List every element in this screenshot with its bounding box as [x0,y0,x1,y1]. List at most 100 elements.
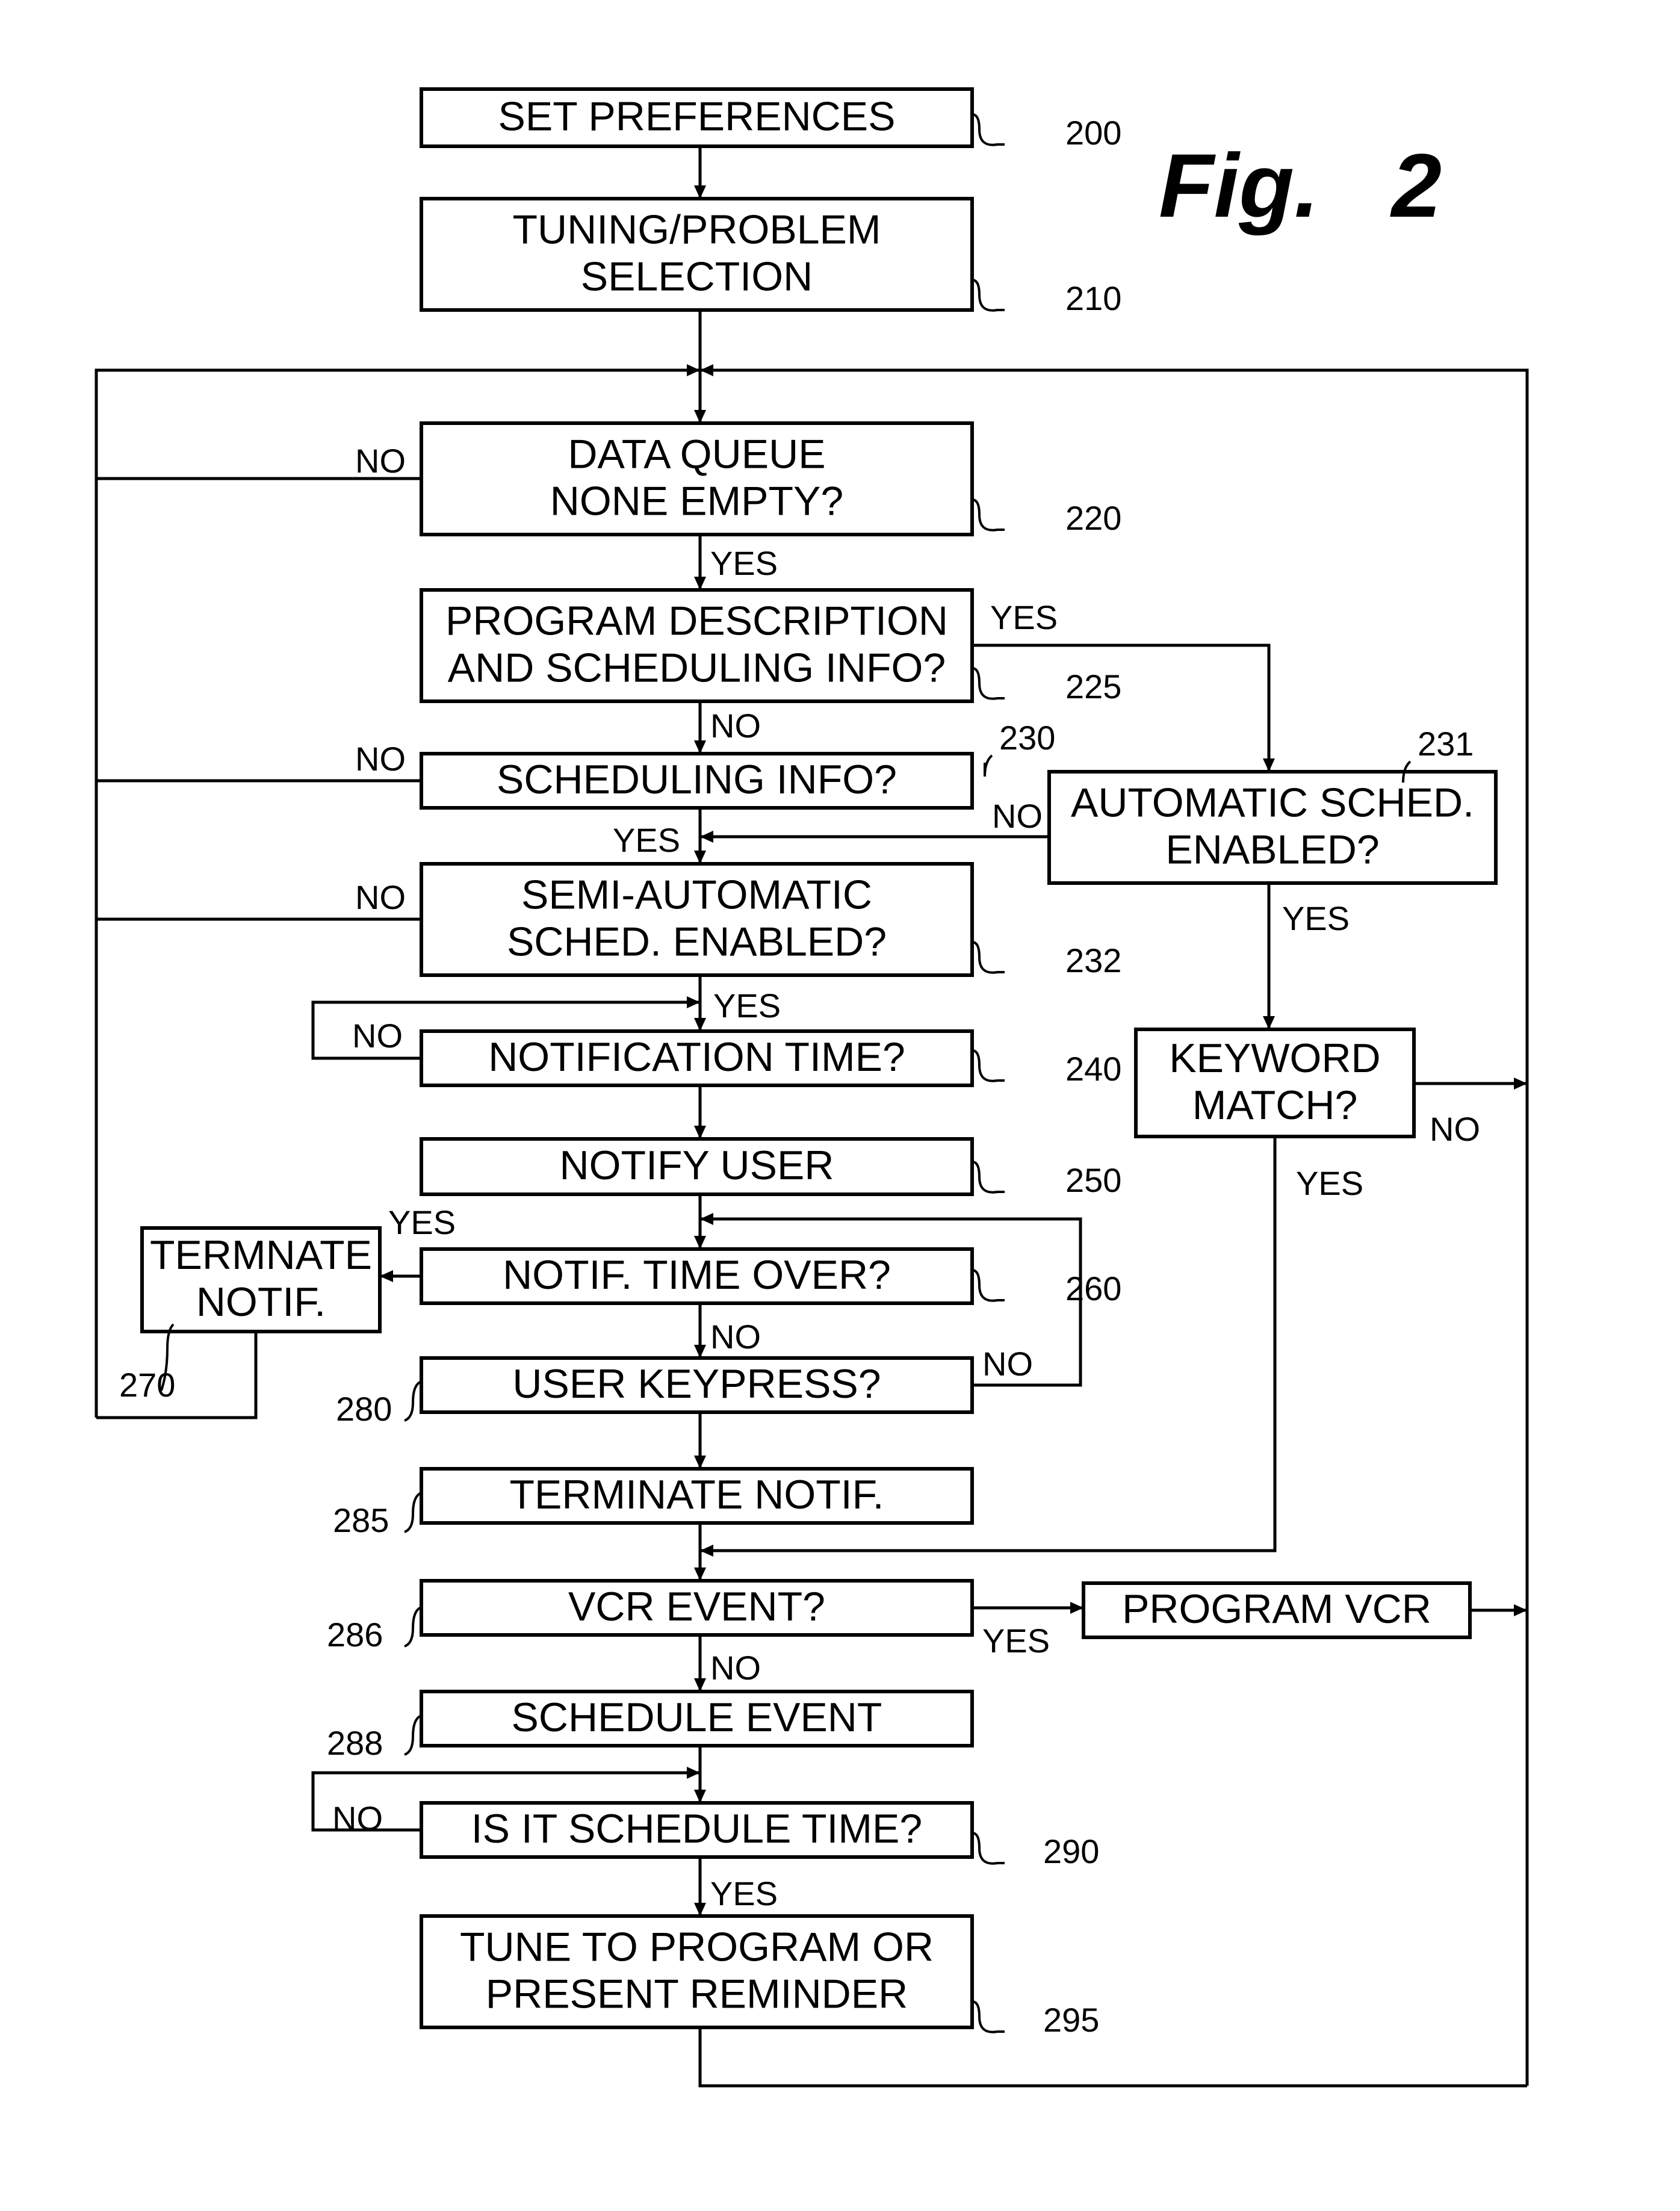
arrowhead-icon [694,851,706,864]
reference-numeral: 240 [1065,1050,1121,1088]
leader-line [984,754,993,777]
leader-line [972,1269,1005,1302]
leader-line [972,1161,1005,1194]
branch-label-225-yes: YES [990,598,1058,636]
arrowhead-icon [694,740,706,754]
reference-numeral: 286 [327,1616,383,1654]
process-box-240: NOTIFICATION TIME? [420,1029,974,1087]
arrowhead-icon [700,831,713,843]
reference-numeral: 280 [336,1390,392,1428]
process-box-220: DATA QUEUENONE EMPTY? [420,421,974,536]
arrowhead-icon [1263,1016,1275,1029]
arrowhead-icon [694,1018,706,1031]
box-label: AUTOMATIC SCHED. [1071,780,1474,825]
box-label: NOTIF. TIME OVER? [503,1252,891,1298]
reference-numeral: 200 [1065,114,1121,152]
process-box-keyword: KEYWORDMATCH? [1134,1028,1416,1138]
arrowhead-icon [687,364,700,376]
arrowhead-icon [700,1213,713,1225]
process-box-288: SCHEDULE EVENT [420,1690,974,1747]
leader-line [972,279,1005,312]
box-label: NOTIFICATION TIME? [488,1034,905,1080]
figure-title-word: Fig. [1159,135,1319,236]
box-label: VCR EVENT? [568,1584,825,1630]
box-label: MATCH? [1192,1082,1358,1128]
branch-label-260-yes: YES [388,1203,456,1241]
reference-numeral: 231 [1418,725,1474,763]
arrowhead-icon [700,1545,713,1557]
reference-numeral: 232 [1065,941,1121,979]
branch-label-231-yes: YES [1282,899,1350,937]
arrowhead-icon [694,1345,706,1358]
process-box-vcr: PROGRAM VCR [1082,1581,1472,1639]
arrowhead-icon [694,1903,706,1916]
branch-label-280-no: NO [982,1345,1033,1383]
box-label: TUNE TO PROGRAM OR [460,1924,934,1970]
branch-label-225-no: NO [710,707,761,745]
box-label: SEMI-AUTOMATIC [521,872,872,917]
process-box-200: SET PREFERENCES [420,87,974,148]
process-box-225: PROGRAM DESCRIPTIONAND SCHEDULING INFO? [420,588,974,703]
branch-label-286-no: NO [710,1649,761,1687]
process-box-231: AUTOMATIC SCHED.ENABLED? [1047,770,1498,885]
process-box-210: TUNING/PROBLEMSELECTION [420,197,974,312]
arrowhead-icon [694,1568,706,1581]
reference-numeral: 290 [1043,1832,1099,1870]
arrowhead-icon [700,364,713,376]
reference-numeral: 270 [119,1366,175,1404]
box-label: NOTIFY USER [560,1143,834,1188]
arrowhead-icon [694,1126,706,1139]
leader-line [972,498,1005,532]
box-label: SELECTION [581,253,813,299]
process-box-232: SEMI-AUTOMATICSCHED. ENABLED? [420,862,974,977]
process-box-295: TUNE TO PROGRAM ORPRESENT REMINDER [420,1914,974,2029]
arrowhead-icon [1514,1078,1527,1090]
reference-numeral: 250 [1065,1161,1121,1199]
box-label: SCHED. ENABLED? [507,919,887,964]
reference-numeral: 288 [327,1724,383,1762]
box-label: DATA QUEUE [568,431,825,477]
leader-line [972,2000,1005,2033]
arrowhead-icon [694,1456,706,1469]
box-label: AND SCHEDULING INFO? [448,645,946,690]
arrowhead-icon [1070,1602,1083,1614]
branch-label-keyword-yes: YES [1296,1164,1363,1202]
box-label: IS IT SCHEDULE TIME? [471,1806,922,1852]
box-label: PRESENT REMINDER [486,1971,908,2017]
box-label: SCHEDULE EVENT [512,1695,882,1740]
reference-numeral: 210 [1065,279,1121,317]
arrowhead-icon [694,1790,706,1803]
arrowhead-icon [687,1767,700,1779]
process-box-280: USER KEYPRESS? [420,1356,974,1414]
process-box-250: NOTIFY USER [420,1137,974,1196]
box-label: PROGRAM DESCRIPTION [445,598,948,643]
reference-numeral: 260 [1065,1270,1121,1307]
arrowhead-icon [687,996,700,1008]
arrowhead-icon [694,577,706,590]
figure-number: 2 [1390,135,1442,236]
box-label: TERMINATE NOTIF. [509,1472,884,1518]
box-label: SCHEDULING INFO? [497,757,897,802]
arrowhead-icon [694,410,706,423]
process-box-285: TERMINATE NOTIF. [420,1467,974,1525]
reference-numeral: 285 [333,1501,389,1539]
leader-line [972,667,1005,700]
leader-line [404,1380,422,1422]
box-label: ENABLED? [1165,826,1379,872]
branch-label-220-no: NO [355,442,406,480]
branch-label-220-yes: YES [710,544,778,582]
box-label: NONE EMPTY? [550,478,843,524]
arrowhead-icon [1263,758,1275,772]
box-label: NOTIF. [196,1279,326,1325]
arrowhead-icon [694,185,706,199]
box-label: KEYWORD [1169,1035,1380,1081]
box-label: TERMNATE [150,1232,372,1278]
branch-label-290-yes: YES [710,1875,778,1912]
arrowhead-icon [694,1678,706,1692]
reference-numeral: 295 [1043,2001,1099,2039]
branch-label-232-yes: YES [713,987,781,1025]
branch-label-240-no: NO [352,1017,403,1055]
process-box-230: SCHEDULING INFO? [420,752,974,810]
arrowhead-icon [380,1270,393,1282]
process-box-290: IS IT SCHEDULE TIME? [420,1801,974,1859]
